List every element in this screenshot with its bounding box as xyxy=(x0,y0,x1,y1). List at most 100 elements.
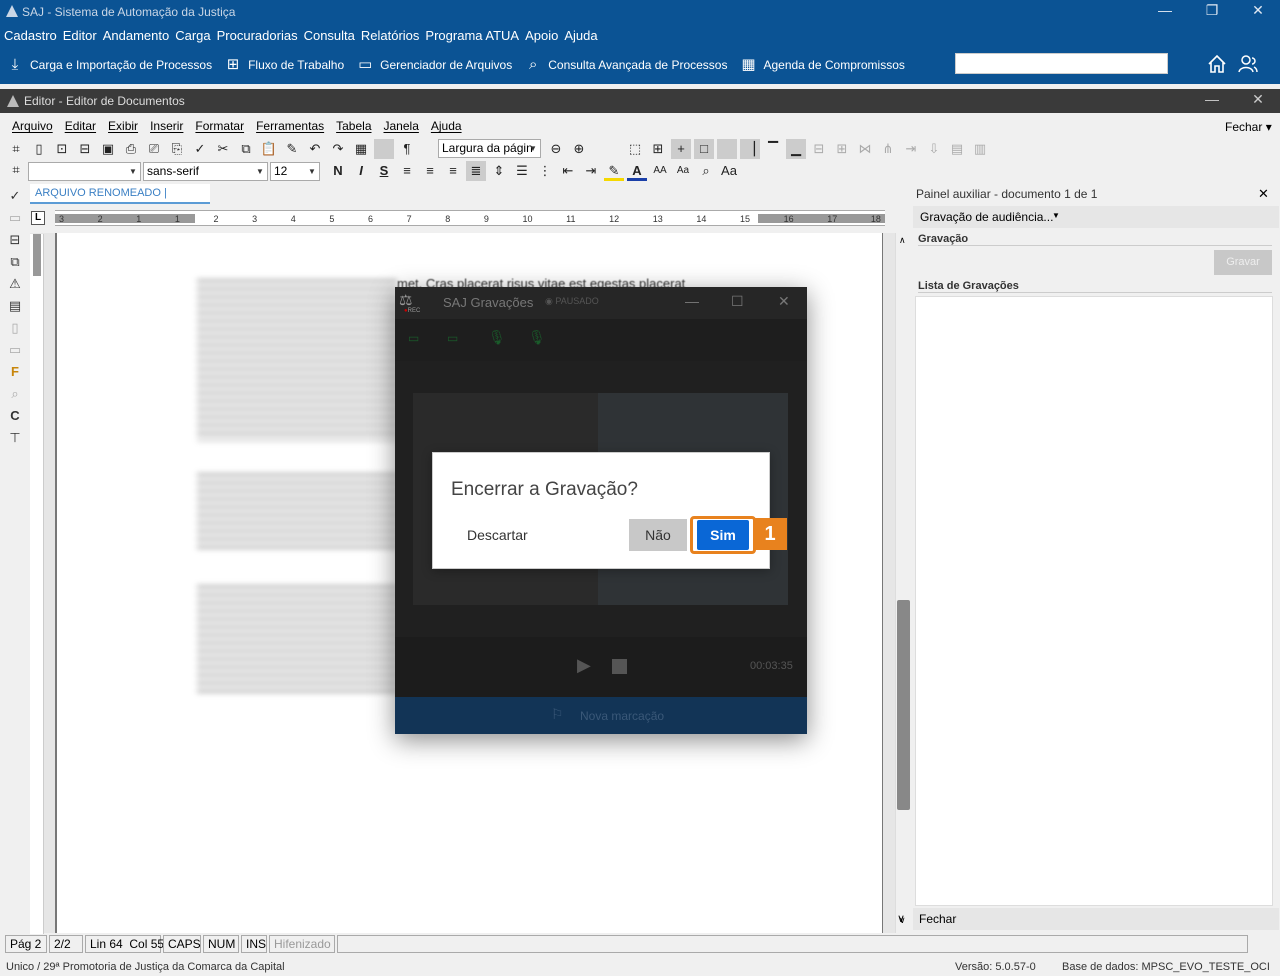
play-icon[interactable]: ▶ xyxy=(577,655,591,676)
quick-gerenciador-arquivos[interactable]: ▭ Gerenciador de Arquivos xyxy=(356,56,512,74)
quick-agenda[interactable]: ▦ Agenda de Compromissos xyxy=(739,56,905,74)
edmenu-editar[interactable]: Editar xyxy=(65,119,96,133)
new-marker-bar[interactable]: ⚐ Nova marcação xyxy=(395,697,807,734)
insert-field-icon[interactable]: ▭ xyxy=(4,207,26,229)
paste-icon[interactable]: 📋 xyxy=(259,139,279,159)
warning-icon[interactable]: ⚠ xyxy=(4,273,26,295)
lowercase-icon[interactable]: Aa xyxy=(673,161,693,181)
split-cells-icon[interactable]: ⊞ xyxy=(832,139,852,159)
zoom-in-icon[interactable]: ⊕ xyxy=(569,139,589,159)
global-search-input[interactable] xyxy=(955,53,1168,74)
numbering-icon[interactable]: ⋮ xyxy=(535,161,555,181)
align-justify-icon[interactable]: ≣ xyxy=(466,161,486,181)
home-icon[interactable] xyxy=(1206,53,1228,75)
panel-fechar-button[interactable]: Fechar xyxy=(919,912,956,926)
copy-doc-icon[interactable]: ⧉ xyxy=(4,251,26,273)
stop-icon[interactable] xyxy=(612,659,627,674)
discard-button[interactable]: Descartar xyxy=(467,527,528,543)
close-icon[interactable]: ✕ xyxy=(1235,0,1280,24)
panel-close-icon[interactable]: ✕ xyxy=(1258,186,1269,202)
edmenu-arquivo[interactable]: Arquivo xyxy=(12,119,53,133)
save-icon[interactable]: ▣ xyxy=(98,139,118,159)
yes-button[interactable]: Sim xyxy=(697,520,749,550)
document-scrollbar[interactable]: ∧ ∨ xyxy=(895,233,912,933)
zoom-select[interactable]: Largura da págin ▼ xyxy=(438,139,541,158)
table-grid-icon[interactable] xyxy=(374,139,394,159)
table-border-inner-icon[interactable]: + xyxy=(671,139,691,159)
camera-icon[interactable]: ▭ xyxy=(408,331,419,345)
increase-indent-icon[interactable]: ⇥ xyxy=(581,161,601,181)
menu-relatorios[interactable]: Relatórios xyxy=(361,28,420,43)
minimize-icon[interactable]: — xyxy=(1142,0,1188,24)
menu-programa-atua[interactable]: Programa ATUA xyxy=(425,28,519,43)
recording-type-dropdown[interactable]: Gravação de audiência... ▼ xyxy=(913,206,1279,228)
insert-col-icon[interactable]: ⋔ xyxy=(878,139,898,159)
quick-consulta-avancada[interactable]: ⌕ Consulta Avançada de Processos xyxy=(524,56,727,74)
menu-carga[interactable]: Carga xyxy=(175,28,210,43)
change-case-icon[interactable]: Aa xyxy=(719,161,739,181)
italic-icon[interactable]: I xyxy=(351,161,371,181)
tab-stop-selector[interactable]: L xyxy=(31,211,45,225)
new-document-icon[interactable]: ▯ xyxy=(29,139,49,159)
align-right-icon[interactable]: ≡ xyxy=(443,161,463,181)
quick-fluxo-trabalho[interactable]: ⊞ Fluxo de Trabalho xyxy=(224,56,344,74)
recorder-close-icon[interactable]: ✕ xyxy=(778,293,790,310)
delete-col-icon[interactable]: ⇩ xyxy=(924,139,944,159)
folder-disabled-icon[interactable]: ▭ xyxy=(4,339,26,361)
underline-icon[interactable]: S xyxy=(374,161,394,181)
insert-row-icon[interactable]: ⋈ xyxy=(855,139,875,159)
scroll-up-icon[interactable]: ∧ xyxy=(899,235,906,246)
paint-icon[interactable]: ⊤ xyxy=(4,427,26,449)
edmenu-ajuda[interactable]: Ajuda xyxy=(431,119,462,133)
vertical-ruler[interactable] xyxy=(30,234,44,934)
microphone-icon[interactable]: 🎙 xyxy=(488,329,506,346)
align-left-icon[interactable]: ≡ xyxy=(397,161,417,181)
style-icon[interactable]: ⌗ xyxy=(6,139,26,159)
recordings-list[interactable] xyxy=(915,296,1273,906)
microphone-2-icon[interactable]: 🎙 xyxy=(528,329,546,346)
scrollbar-thumb[interactable] xyxy=(897,600,910,810)
gravar-button[interactable]: Gravar xyxy=(1214,250,1272,275)
table-icon[interactable]: ▦ xyxy=(351,139,371,159)
bullets-icon[interactable]: ☰ xyxy=(512,161,532,181)
users-icon[interactable] xyxy=(1237,53,1259,75)
open-template-icon[interactable]: ⊟ xyxy=(75,139,95,159)
cut-icon[interactable]: ✂ xyxy=(213,139,233,159)
menu-andamento[interactable]: Andamento xyxy=(103,28,170,43)
edmenu-exibir[interactable]: Exibir xyxy=(108,119,138,133)
menu-ajuda[interactable]: Ajuda xyxy=(564,28,597,43)
edmenu-inserir[interactable]: Inserir xyxy=(150,119,183,133)
camera-2-icon[interactable]: ▭ xyxy=(447,331,458,345)
print-setup-icon[interactable]: ⎘ xyxy=(167,139,187,159)
table-border-bottom-icon[interactable]: ▁ xyxy=(786,139,806,159)
bold-icon[interactable]: N xyxy=(328,161,348,181)
menu-consulta[interactable]: Consulta xyxy=(304,28,355,43)
font-color-icon[interactable]: A xyxy=(627,161,647,181)
open-icon[interactable]: ⊡ xyxy=(52,139,72,159)
highlight-icon[interactable]: ✎ xyxy=(604,161,624,181)
recorder-maximize-icon[interactable]: ☐ xyxy=(731,293,744,310)
list-doc-icon[interactable]: ▤ xyxy=(4,295,26,317)
editor-minimize-icon[interactable]: — xyxy=(1189,89,1235,113)
edmenu-janela[interactable]: Janela xyxy=(384,119,419,133)
find-replace-icon[interactable]: ⌕ xyxy=(696,161,716,181)
editor-close-icon[interactable]: ✕ xyxy=(1235,89,1280,113)
no-button[interactable]: Não xyxy=(629,519,687,551)
edmenu-formatar[interactable]: Formatar xyxy=(195,119,244,133)
horizontal-ruler[interactable]: 3 2 1 1 2 3 4 5 6 7 8 9 10 11 12 13 14 1… xyxy=(55,210,885,226)
uppercase-icon[interactable]: AA xyxy=(650,161,670,181)
menu-apoio[interactable]: Apoio xyxy=(525,28,558,43)
merge-cells-icon[interactable]: ⊟ xyxy=(809,139,829,159)
copy-icon[interactable]: ⧉ xyxy=(236,139,256,159)
decrease-indent-icon[interactable]: ⇤ xyxy=(558,161,578,181)
comment-icon[interactable]: C xyxy=(4,405,26,427)
font-size-select[interactable]: 12 ▼ xyxy=(270,162,320,181)
delete-row-icon[interactable]: ⇥ xyxy=(901,139,921,159)
table-autofit-icon[interactable]: ▥ xyxy=(970,139,990,159)
table-border-all-icon[interactable]: ⊞ xyxy=(648,139,668,159)
edmenu-ferramentas[interactable]: Ferramentas xyxy=(256,119,324,133)
line-spacing-icon[interactable]: ⇕ xyxy=(489,161,509,181)
menu-editor[interactable]: Editor xyxy=(63,28,97,43)
table-border-outer-icon[interactable]: □ xyxy=(694,139,714,159)
style-list-icon[interactable]: ⌗ xyxy=(6,160,26,180)
